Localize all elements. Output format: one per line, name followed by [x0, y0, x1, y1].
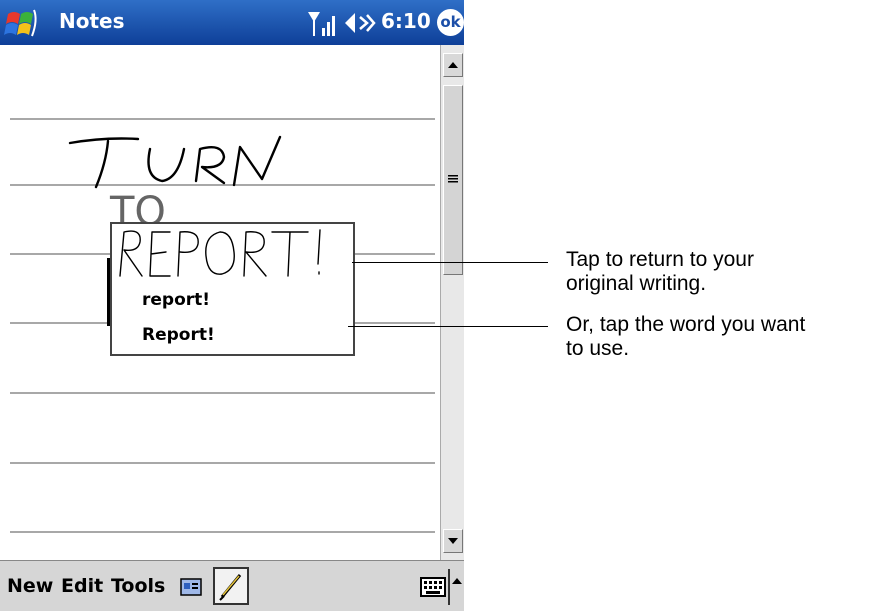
grip-icon — [448, 175, 458, 183]
annotation-return: Tap to return to your original writing. — [566, 248, 754, 296]
scroll-up-icon — [448, 62, 458, 68]
volume-icon[interactable] — [343, 10, 377, 36]
menu-edit[interactable]: Edit — [61, 575, 103, 597]
keyboard-icon[interactable] — [420, 577, 446, 597]
app-title: Notes — [59, 9, 125, 33]
annotation-choose-word: Or, tap the word you want to use. — [566, 313, 805, 361]
annotation-line: original writing. — [566, 272, 707, 295]
pocket-pc-screen: Notes 6:10 ok TO New Edit Tools report! … — [0, 0, 464, 611]
alternates-popup: report! Report! — [110, 222, 355, 356]
annotation-line: to use. — [566, 337, 630, 360]
scroll-down-icon — [448, 538, 458, 544]
scroll-down-button[interactable] — [443, 529, 463, 553]
alternate-option-capitalized[interactable]: Report! — [142, 325, 215, 345]
annotation-line: Or, tap the word you want — [566, 313, 806, 336]
windows-start-icon[interactable] — [4, 6, 48, 40]
callout-line — [352, 262, 548, 263]
vertical-scrollbar[interactable] — [440, 45, 464, 560]
scroll-thumb[interactable] — [443, 85, 463, 275]
title-bar: Notes 6:10 ok — [0, 0, 464, 45]
pen-button[interactable] — [213, 567, 249, 605]
menu-tools[interactable]: Tools — [111, 575, 165, 597]
menu-bar: New Edit Tools — [0, 560, 464, 611]
pen-icon — [219, 574, 242, 601]
annotation-line: Tap to return to your — [566, 248, 754, 271]
clock[interactable]: 6:10 — [381, 9, 431, 33]
up-arrow-icon[interactable] — [451, 575, 463, 587]
menu-new[interactable]: New — [7, 575, 53, 597]
card-icon[interactable] — [180, 578, 202, 596]
ok-button[interactable]: ok — [437, 9, 464, 36]
original-ink-option[interactable] — [112, 224, 353, 284]
sip-divider — [448, 569, 450, 605]
scroll-up-button[interactable] — [443, 53, 463, 77]
signal-icon[interactable] — [306, 8, 338, 38]
callout-line — [348, 326, 548, 327]
ink-turn — [68, 135, 282, 189]
alternate-option-lowercase[interactable]: report! — [142, 290, 210, 310]
